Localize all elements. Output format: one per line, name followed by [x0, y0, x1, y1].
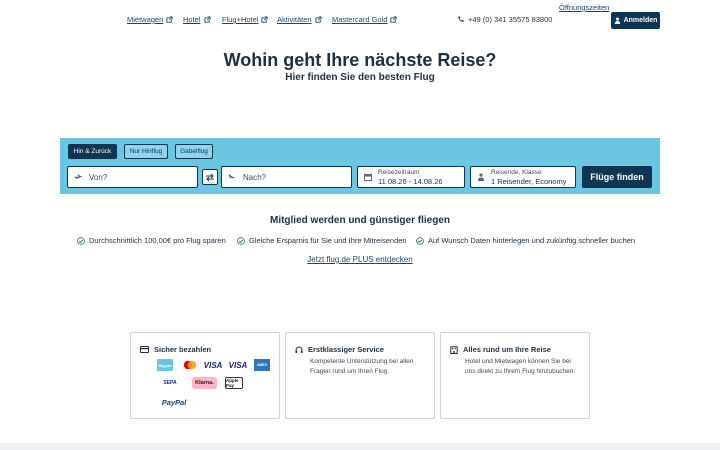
benefit-item: Durchschnittlich 100,00€ pro Flug sparen	[77, 236, 226, 245]
benefit-text: Gleiche Ersparnis für Sie und Ihre Mitre…	[249, 236, 407, 245]
benefit-item: Gleiche Ersparnis für Sie und Ihre Mitre…	[237, 236, 407, 245]
external-link-icon	[390, 16, 397, 23]
member-section-title: Mitglied werden und günstiger fliegen	[269, 215, 450, 226]
footer-strip	[0, 443, 720, 450]
travel-dates-value: 11.08.26 - 14.08.26	[378, 177, 443, 186]
flight-search-panel: Hin & Zurück Nur Hinflug Gabelflug Von? …	[60, 138, 660, 194]
visa-logo: VISA	[203, 360, 223, 370]
phone-icon	[458, 16, 464, 22]
sepa-logo: SEPA	[163, 380, 177, 386]
nav-link-hotel[interactable]: Hotel	[183, 15, 211, 24]
plane-landing-icon	[228, 174, 237, 181]
nav-link-mietwagen[interactable]: Mietwagen	[127, 15, 173, 24]
travelers-icon	[477, 173, 485, 181]
origin-field[interactable]: Von?	[67, 166, 198, 188]
origin-placeholder: Von?	[89, 172, 108, 182]
service-card-title: Erstklassiger Service	[295, 345, 384, 354]
find-flights-button[interactable]: Flüge finden	[582, 166, 652, 188]
phone-number[interactable]: +49 (0) 341 35575 83800	[457, 15, 552, 24]
user-icon	[614, 17, 620, 24]
mastercard-logo	[183, 360, 197, 370]
check-circle-icon	[237, 236, 245, 245]
login-label: Anmelden	[623, 17, 658, 24]
headset-icon	[295, 346, 303, 353]
external-link-icon	[166, 16, 173, 23]
credit-card-icon	[140, 346, 149, 353]
travel-card: Alles rund um Ihre Reise Hotel und Mietw…	[440, 332, 590, 419]
page-title: Wohin geht Ihre nächste Reise?	[223, 50, 497, 70]
travelers-field[interactable]: Reisende, Klasse 1 Reisender, Economy	[470, 166, 576, 188]
swap-button[interactable]	[202, 169, 218, 185]
nav-link-label: Mietwagen	[127, 15, 164, 24]
opening-hours-link[interactable]: Öffnungszeiten	[559, 3, 609, 12]
nav-link-mastercard-gold[interactable]: Mastercard Gold	[332, 15, 397, 24]
apple-pay-logo: Apple Pay	[225, 377, 243, 389]
trip-type-roundtrip[interactable]: Hin & Zurück	[68, 144, 117, 159]
benefit-item: Auf Wunsch Daten hinterlegen und zukünft…	[416, 236, 635, 245]
plus-discover-link[interactable]: Jetzt flug.de PLUS entdecken	[0, 255, 720, 264]
payment-card-title: Sicher bezahlen	[140, 345, 211, 354]
calendar-icon	[364, 173, 372, 181]
amex-logo: AMEX	[254, 359, 270, 371]
klarna-logo: Klarna.	[192, 377, 217, 389]
nav-link-aktivitaeten[interactable]: Aktivitäten	[277, 15, 322, 24]
benefit-text: Auf Wunsch Daten hinterlegen und zukünft…	[428, 236, 636, 245]
visa-logo: VISA	[228, 360, 248, 370]
travelers-value: 1 Reisender, Economy	[491, 177, 567, 186]
check-circle-icon	[77, 236, 85, 245]
login-button[interactable]: Anmelden	[611, 12, 660, 29]
trip-type-oneway[interactable]: Nur Hinflug	[124, 144, 168, 159]
nav-link-label: Mastercard Gold	[332, 15, 388, 24]
plane-takeoff-icon	[74, 174, 83, 181]
payment-card: Sicher bezahlen flug.de VISA VISA AMEX S…	[130, 332, 280, 419]
external-link-icon	[261, 16, 269, 23]
paypal-logo: PayPal	[161, 397, 187, 407]
destination-field[interactable]: Nach?	[221, 166, 352, 188]
travel-card-title: Alles rund um Ihre Reise	[450, 345, 551, 354]
travel-dates-label: Reisezeitraum	[378, 169, 420, 176]
destination-placeholder: Nach?	[243, 172, 267, 182]
flugde-pay-logo: flug.de	[157, 359, 173, 371]
nav-link-flug-hotel[interactable]: Flug+Hotel	[222, 15, 269, 24]
external-link-icon	[315, 16, 322, 23]
check-circle-icon	[416, 236, 424, 245]
nav-link-label: Flug+Hotel	[222, 15, 259, 24]
trip-type-multicity[interactable]: Gabelflug	[175, 144, 213, 159]
page-subtitle: Hier finden Sie den besten Flug	[285, 72, 435, 83]
service-card-text: Kompetente Unterstützung bei allen Frage…	[310, 358, 414, 375]
nav-link-label: Hotel	[183, 15, 201, 24]
hotel-icon	[450, 345, 458, 354]
service-card: Erstklassiger Service Kompetente Unterst…	[285, 332, 435, 419]
swap-arrows-icon	[206, 173, 214, 181]
travel-card-text: Hotel und Mietwagen können Sie bei uns d…	[465, 358, 576, 375]
travel-dates-field[interactable]: Reisezeitraum 11.08.26 - 14.08.26	[357, 166, 465, 188]
nav-link-label: Aktivitäten	[277, 15, 312, 24]
benefit-text: Durchschnittlich 100,00€ pro Flug sparen	[89, 236, 226, 245]
phone-label: +49 (0) 341 35575 83800	[468, 15, 553, 24]
travelers-label: Reisende, Klasse	[491, 169, 542, 176]
external-link-icon	[203, 16, 211, 23]
